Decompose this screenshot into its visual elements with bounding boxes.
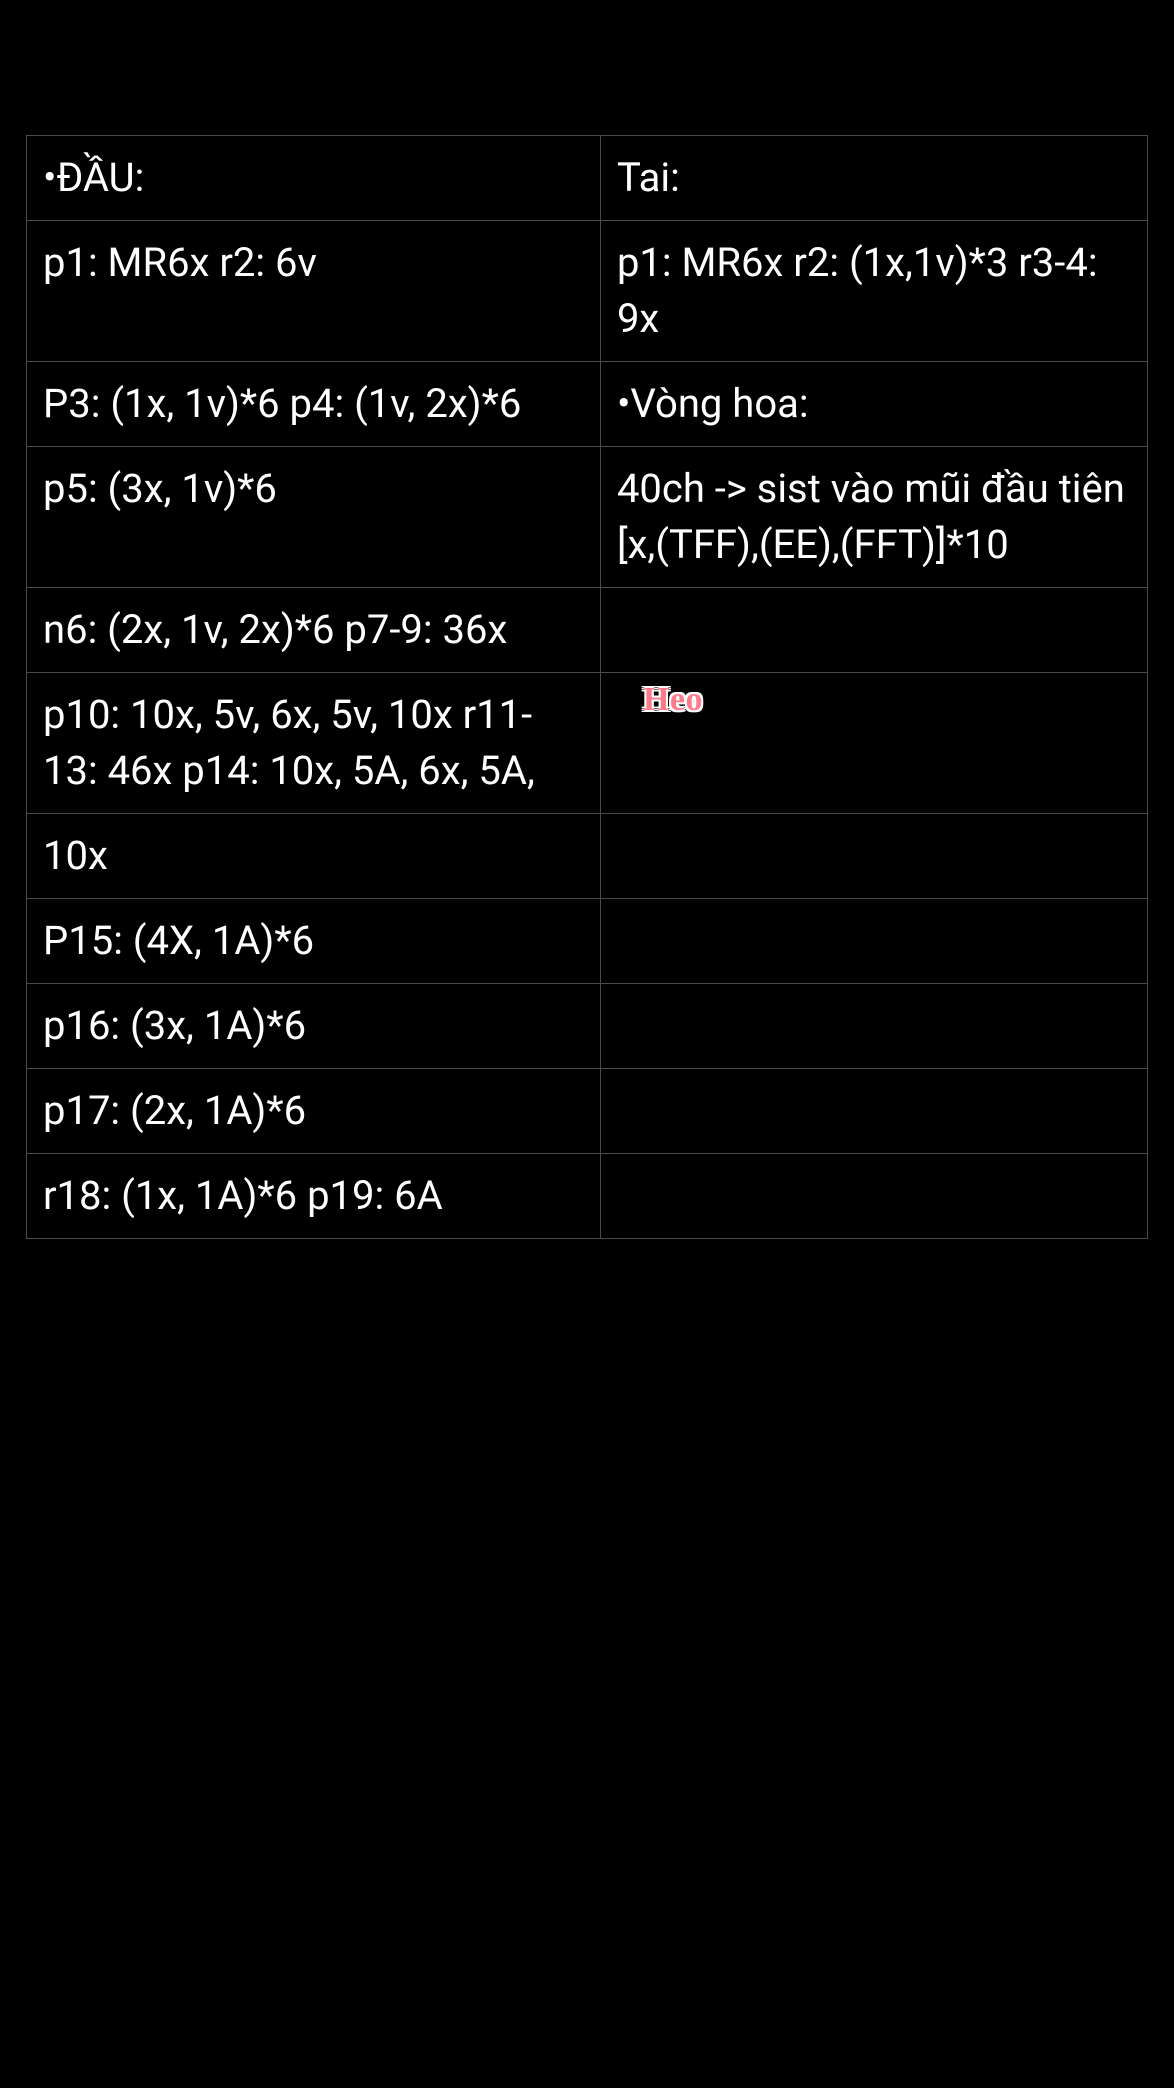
cell-right: [600, 673, 1147, 814]
cell-left: p16: (3x, 1A)*6: [27, 984, 601, 1069]
cell-left: r18: (1x, 1A)*6 p19: 6A: [27, 1154, 601, 1239]
cell-right: •Vòng hoa:: [600, 362, 1147, 447]
table-row: p16: (3x, 1A)*6: [27, 984, 1148, 1069]
table-row: n6: (2x, 1v, 2x)*6 p7-9: 36x Heo: [27, 588, 1148, 673]
cell-left: P15: (4X, 1A)*6: [27, 899, 601, 984]
table-row: r18: (1x, 1A)*6 p19: 6A: [27, 1154, 1148, 1239]
table-row: P3: (1x, 1v)*6 p4: (1v, 2x)*6 •Vòng hoa:: [27, 362, 1148, 447]
table-row: p5: (3x, 1v)*6 40ch -> sist vào mũi đầu …: [27, 447, 1148, 588]
cell-left: p10: 10x, 5v, 6x, 5v, 10x r11-13: 46x p1…: [27, 673, 601, 814]
table-row: p10: 10x, 5v, 6x, 5v, 10x r11-13: 46x p1…: [27, 673, 1148, 814]
cell-left: p17: (2x, 1A)*6: [27, 1069, 601, 1154]
cell-right: [600, 899, 1147, 984]
cell-right-sticker: Heo: [600, 588, 1147, 673]
table-row: P15: (4X, 1A)*6: [27, 899, 1148, 984]
table-row: p17: (2x, 1A)*6: [27, 1069, 1148, 1154]
table-row: 10x: [27, 814, 1148, 899]
cell-left: 10x: [27, 814, 601, 899]
page-container: •ĐẦU: Tai: p1: MR6x r2: 6v p1: MR6x r2: …: [0, 0, 1174, 1239]
table-row: •ĐẦU: Tai:: [27, 136, 1148, 221]
cell-left: •ĐẦU:: [27, 136, 601, 221]
cell-right: [600, 984, 1147, 1069]
pattern-table: •ĐẦU: Tai: p1: MR6x r2: 6v p1: MR6x r2: …: [26, 135, 1148, 1239]
cell-right: [600, 1069, 1147, 1154]
cell-right: Tai:: [600, 136, 1147, 221]
table-row: p1: MR6x r2: 6v p1: MR6x r2: (1x,1v)*3 r…: [27, 221, 1148, 362]
cell-left: n6: (2x, 1v, 2x)*6 p7-9: 36x: [27, 588, 601, 673]
cell-right: [600, 1154, 1147, 1239]
cell-left: P3: (1x, 1v)*6 p4: (1v, 2x)*6: [27, 362, 601, 447]
cell-left: p5: (3x, 1v)*6: [27, 447, 601, 588]
cell-right: p1: MR6x r2: (1x,1v)*3 r3-4: 9x: [600, 221, 1147, 362]
cell-left: p1: MR6x r2: 6v: [27, 221, 601, 362]
cell-right: 40ch -> sist vào mũi đầu tiên [x,(TFF),(…: [600, 447, 1147, 588]
cell-right: [600, 814, 1147, 899]
